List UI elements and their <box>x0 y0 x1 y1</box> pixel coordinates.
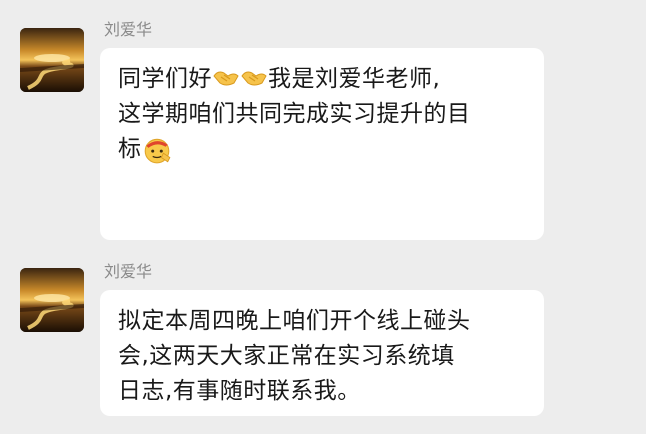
sender-avatar[interactable] <box>20 28 84 92</box>
sender-name: 刘爱华 <box>104 262 153 281</box>
message-text: 同学们好 <box>118 66 212 92</box>
handshake-icon <box>213 71 239 86</box>
sender-avatar[interactable] <box>20 268 84 332</box>
handshake-icon <box>241 71 267 86</box>
message-line-2: 这学期咱们共同完成实习提升的目 <box>118 101 471 127</box>
message-line-3: 标 <box>118 132 526 167</box>
message-bubble[interactable]: 拟定本周四晚上咱们开个线上碰头 会,这两天大家正常在实习系统填 日志,有事随时联… <box>100 290 544 416</box>
message-line-1: 拟定本周四晚上咱们开个线上碰头 <box>118 308 471 334</box>
message-line-2: 会,这两天大家正常在实习系统填 <box>118 343 455 369</box>
message-line-3: 日志,有事随时联系我。 <box>118 378 361 404</box>
message-line-1: 同学们好 我是刘爱华老师, <box>118 62 526 97</box>
sender-name: 刘爱华 <box>104 20 153 39</box>
sunset-river-avatar-icon <box>20 28 84 92</box>
saluting-face-icon <box>144 138 170 164</box>
message-bubble[interactable]: 同学们好 我是刘爱华老师, 这学期咱们共同完成实习提升的目 标 <box>100 48 544 240</box>
sunset-river-avatar-icon <box>20 268 84 332</box>
message-text: 标 <box>118 136 142 162</box>
message-text: 我是刘爱华老师, <box>268 66 441 92</box>
